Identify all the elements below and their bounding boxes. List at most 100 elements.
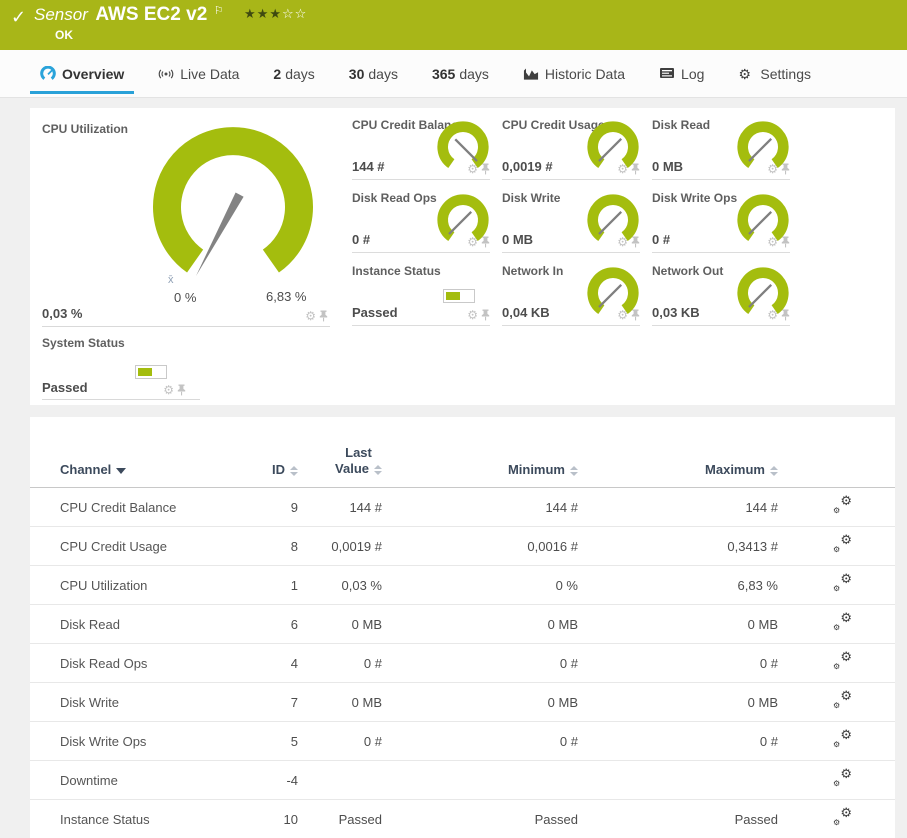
gear-icon[interactable]: ⚙ bbox=[305, 310, 316, 322]
gauge-value: 0,04 KB bbox=[502, 305, 550, 320]
sort-icon bbox=[374, 464, 382, 475]
tab-label: Live Data bbox=[180, 65, 240, 82]
priority-rating[interactable]: ★★★☆☆ bbox=[244, 6, 307, 21]
gauge-title: CPU Utilization bbox=[42, 122, 128, 136]
channel-settings-icon[interactable]: ⚙ ⚙ bbox=[833, 689, 852, 710]
channel-name: Instance Status bbox=[30, 799, 260, 838]
channel-last-value bbox=[305, 760, 389, 800]
tab-live-data[interactable]: Live Data bbox=[148, 50, 249, 97]
historic-data-icon bbox=[523, 66, 539, 82]
pin-icon[interactable] bbox=[177, 384, 186, 396]
column-header-minimum[interactable]: Minimum bbox=[389, 445, 585, 488]
table-row: CPU Credit Usage 8 0,0019 #0,0016 #0,3413 … bbox=[30, 526, 895, 566]
pin-icon[interactable] bbox=[631, 163, 640, 175]
channel-maximum: Passed bbox=[585, 799, 785, 838]
pin-icon[interactable] bbox=[481, 163, 490, 175]
sort-icon bbox=[770, 465, 778, 476]
pin-icon[interactable] bbox=[481, 309, 490, 321]
pin-icon[interactable] bbox=[781, 309, 790, 321]
gear-icon[interactable]: ⚙ bbox=[767, 309, 778, 321]
gauge-min-label: 0 % bbox=[174, 290, 197, 305]
channel-last-value: 0 MB bbox=[305, 604, 389, 644]
panel-actions: ⚙ bbox=[467, 309, 490, 321]
panel-actions: ⚙ bbox=[767, 309, 790, 321]
tab-label: Log bbox=[681, 65, 705, 82]
pin-icon[interactable] bbox=[631, 236, 640, 248]
gauge-panel-system-status: System Status Passed ⚙ bbox=[42, 336, 200, 400]
tab-label: days bbox=[368, 65, 398, 82]
gear-icon[interactable]: ⚙ bbox=[467, 163, 478, 175]
gear-icon[interactable]: ⚙ bbox=[467, 236, 478, 248]
channel-id: 8 bbox=[260, 526, 305, 566]
channel-name: CPU Credit Balance bbox=[30, 487, 260, 527]
channel-settings-icon[interactable]: ⚙ ⚙ bbox=[833, 650, 852, 671]
channel-settings-icon[interactable]: ⚙ ⚙ bbox=[833, 806, 852, 827]
channel-name: Disk Write bbox=[30, 682, 260, 722]
tab-historic-data[interactable]: Historic Data bbox=[513, 50, 635, 97]
flag-icon[interactable]: ⚐ bbox=[214, 5, 224, 17]
tab-settings[interactable]: ⚙ Settings bbox=[728, 50, 821, 97]
gauge-title: Network Out bbox=[652, 264, 724, 278]
gear-icon[interactable]: ⚙ bbox=[163, 384, 174, 396]
panel-actions: ⚙ bbox=[163, 384, 186, 396]
gear-icon[interactable]: ⚙ bbox=[617, 309, 628, 321]
column-header-last-value[interactable]: Last Value bbox=[305, 445, 389, 488]
pin-icon[interactable] bbox=[631, 309, 640, 321]
settings-icon: ⚙ bbox=[738, 65, 751, 82]
rating-star-empty[interactable]: ☆ bbox=[295, 6, 308, 21]
gauge-panel-cpu-utilization: CPU Utilization x̄ 0 % 6,83 % 0,03 % ⚙ bbox=[42, 118, 330, 327]
tab-2-days[interactable]: 2 days bbox=[263, 50, 324, 97]
channel-settings-icon[interactable]: ⚙ ⚙ bbox=[833, 728, 852, 749]
tab-overview[interactable]: Overview bbox=[30, 50, 135, 97]
channel-settings-icon[interactable]: ⚙ ⚙ bbox=[833, 767, 852, 788]
gauge-title: Network In bbox=[502, 264, 564, 278]
channels-table: Channel ID Last Value Minimum Maximum CP… bbox=[30, 445, 895, 838]
table-row: CPU Utilization 1 0,03 % 0 % 6,83 % ⚙ ⚙ bbox=[30, 565, 895, 605]
tab-log[interactable]: Log bbox=[649, 50, 714, 97]
gauge-panel-network-out: Network Out 0,03 KB ⚙ bbox=[652, 264, 790, 326]
channel-settings-icon[interactable]: ⚙ ⚙ bbox=[833, 494, 852, 515]
tab-label: Historic Data bbox=[544, 65, 626, 82]
overview-gauges-card: CPU Utilization x̄ 0 % 6,83 % 0,03 % ⚙ C… bbox=[30, 108, 895, 405]
channel-last-value: 0,0019 # bbox=[305, 526, 389, 566]
gauge-panel-instance-status: Instance Status Passed ⚙ bbox=[352, 264, 490, 326]
channel-settings-icon[interactable]: ⚙ ⚙ bbox=[833, 533, 852, 554]
gauge-panel-disk-write-ops: Disk Write Ops 0 # ⚙ bbox=[652, 191, 790, 253]
column-header-id[interactable]: ID bbox=[260, 445, 305, 488]
channel-last-value: 0 # bbox=[305, 721, 389, 761]
rating-star-filled[interactable]: ★ bbox=[257, 6, 270, 21]
gauge-panel-network-in: Network In 0,04 KB ⚙ bbox=[502, 264, 640, 326]
gear-icon[interactable]: ⚙ bbox=[767, 236, 778, 248]
cpu-utilization-gauge bbox=[153, 127, 313, 276]
channel-settings-icon[interactable]: ⚙ ⚙ bbox=[833, 611, 852, 632]
column-header-channel[interactable]: Channel bbox=[30, 445, 260, 488]
column-header-maximum[interactable]: Maximum bbox=[585, 445, 785, 488]
rating-star-empty[interactable]: ☆ bbox=[282, 6, 295, 21]
gauge-max-label: 6,83 % bbox=[266, 289, 307, 304]
gear-icon[interactable]: ⚙ bbox=[767, 163, 778, 175]
rating-star-filled[interactable]: ★ bbox=[244, 6, 257, 21]
channel-minimum: 0 # bbox=[389, 721, 585, 761]
channel-maximum: 0,3413 # bbox=[585, 526, 785, 566]
gear-icon[interactable]: ⚙ bbox=[617, 163, 628, 175]
rating-star-filled[interactable]: ★ bbox=[269, 6, 282, 21]
pin-icon[interactable] bbox=[481, 236, 490, 248]
tab-30-days[interactable]: 30 days bbox=[339, 50, 408, 97]
gauge-value: Passed bbox=[42, 380, 88, 395]
gear-icon[interactable]: ⚙ bbox=[617, 236, 628, 248]
sort-icon bbox=[570, 465, 578, 476]
channel-maximum bbox=[585, 760, 785, 800]
status-bar-indicator bbox=[443, 289, 475, 303]
panel-actions: ⚙ bbox=[467, 236, 490, 248]
tab-365-days[interactable]: 365 days bbox=[422, 50, 499, 97]
channel-settings-icon[interactable]: ⚙ ⚙ bbox=[833, 572, 852, 593]
table-row: Instance Status 10 Passed Passed Passed ⚙ ⚙ bbox=[30, 799, 895, 838]
pin-icon[interactable] bbox=[319, 310, 328, 322]
sensor-header: ✓ Sensor AWS EC2 v2 ⚐ ★★★☆☆ OK bbox=[0, 0, 907, 50]
pin-icon[interactable] bbox=[781, 236, 790, 248]
gear-icon[interactable]: ⚙ bbox=[467, 309, 478, 321]
channel-id: 4 bbox=[260, 643, 305, 683]
channel-last-value: Passed bbox=[305, 799, 389, 838]
pin-icon[interactable] bbox=[781, 163, 790, 175]
mini-gauge-grid: CPU Credit Balance 144 # ⚙ CPU Credit Usage… bbox=[352, 118, 790, 326]
